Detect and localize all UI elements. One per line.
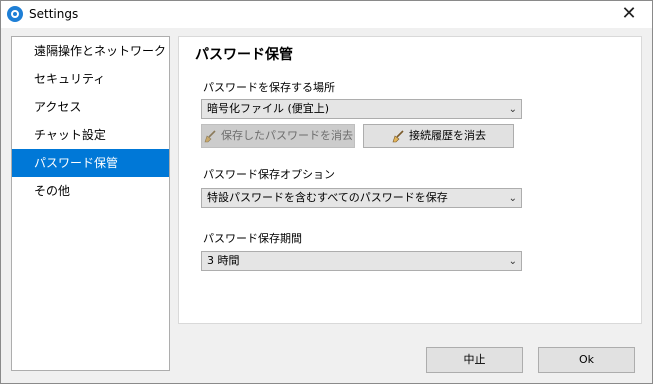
title-bar: Settings ✕: [1, 1, 652, 28]
sidebar-item-security[interactable]: セキュリティ: [12, 65, 169, 93]
clear-connection-history-button[interactable]: 接続履歴を消去: [363, 124, 514, 148]
settings-window: Settings ✕ 遠隔操作とネットワーク セキュリティ アクセス チャット設…: [0, 0, 653, 384]
chevron-down-icon: ⌄: [508, 104, 517, 115]
close-button[interactable]: ✕: [612, 2, 646, 26]
ok-button[interactable]: Ok: [538, 347, 635, 373]
settings-panel: パスワード保管 パスワードを保存する場所 暗号化ファイル (便宜上) ⌄ 保存し…: [178, 36, 642, 324]
chevron-down-icon: ⌄: [508, 193, 517, 204]
sidebar-item-password-storage[interactable]: パスワード保管: [12, 149, 169, 177]
storage-period-value: 3 時間: [207, 254, 240, 267]
storage-location-select[interactable]: 暗号化ファイル (便宜上) ⌄: [201, 99, 522, 119]
broom-icon: [391, 129, 405, 143]
storage-options-label: パスワード保存オプション: [203, 168, 335, 181]
storage-period-select[interactable]: 3 時間 ⌄: [201, 251, 522, 271]
cancel-button[interactable]: 中止: [426, 347, 523, 373]
sidebar-item-other[interactable]: その他: [12, 177, 169, 205]
chevron-down-icon: ⌄: [508, 256, 517, 267]
sidebar-item-access[interactable]: アクセス: [12, 93, 169, 121]
sidebar-item-chat-settings[interactable]: チャット設定: [12, 121, 169, 149]
window-title: Settings: [29, 7, 79, 21]
storage-location-value: 暗号化ファイル (便宜上): [207, 102, 330, 115]
app-icon: [7, 6, 23, 22]
storage-period-label: パスワード保存期間: [203, 232, 302, 245]
storage-options-value: 特設パスワードを含むすべてのパスワードを保存: [207, 191, 448, 204]
clear-saved-passwords-label: 保存したパスワードを消去: [221, 129, 353, 142]
sidebar-item-remote-network[interactable]: 遠隔操作とネットワーク: [12, 37, 169, 65]
clear-saved-passwords-button: 保存したパスワードを消去: [201, 124, 355, 148]
settings-sidebar: 遠隔操作とネットワーク セキュリティ アクセス チャット設定 パスワード保管 そ…: [11, 36, 170, 371]
broom-icon: [203, 129, 217, 143]
storage-options-select[interactable]: 特設パスワードを含むすべてのパスワードを保存 ⌄: [201, 188, 522, 208]
storage-location-label: パスワードを保存する場所: [203, 81, 335, 94]
panel-title: パスワード保管: [195, 47, 293, 63]
clear-connection-history-label: 接続履歴を消去: [409, 129, 486, 142]
